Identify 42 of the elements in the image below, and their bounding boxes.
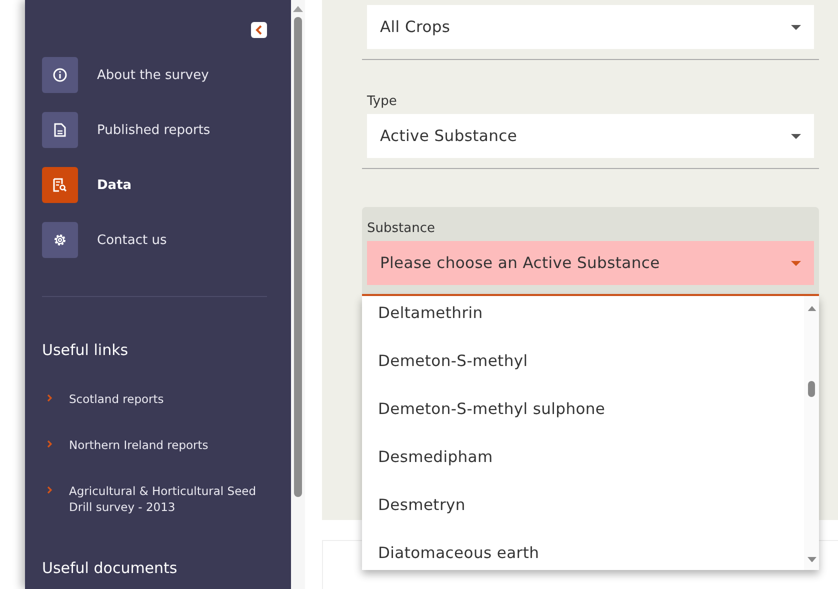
field-label: Type [367,94,398,109]
section-heading: Useful documents [42,559,178,577]
scrollbar[interactable] [291,0,305,589]
sidebar-link[interactable]: Northern Ireland reports [69,437,208,453]
settings-icon [53,233,67,247]
select-field[interactable]: Please choose an Active Substance [367,241,814,285]
select-field[interactable]: All Crops [367,5,814,49]
document-search-icon [53,178,67,192]
nav-icon-tile[interactable] [42,222,78,258]
chevron-left-icon [255,25,263,35]
nav-link[interactable]: About the survey [97,68,209,82]
dropdown-option[interactable]: Desmedipham [378,448,804,496]
dropdown-option[interactable]: Deltamethrin [378,304,804,352]
nav-icon-tile[interactable] [42,57,78,93]
info-icon [53,68,67,82]
caret-icon [791,24,801,30]
nav-icon-tile[interactable] [42,112,78,148]
section-heading: Useful links [42,341,130,359]
chevron-right-icon [47,394,52,402]
dropdown-option[interactable]: Demeton-S-methyl [378,352,804,400]
caret-icon [791,260,801,266]
chevron-right-icon [47,486,52,494]
field-label: Substance [367,221,436,236]
select-field[interactable]: Active Substance [367,114,814,158]
dropdown-option[interactable]: Desmetryn [378,496,804,544]
collapse-button[interactable] [251,22,267,38]
scroll-up-icon[interactable] [806,306,816,312]
nav-link[interactable]: Contact us [97,232,167,248]
nav-icon-tile[interactable] [42,167,78,203]
scroll-down-icon[interactable] [806,556,816,562]
nav-link[interactable]: Published reports [97,122,210,138]
scroll-up-icon[interactable] [293,6,303,12]
scrollbar-thumb[interactable] [294,17,302,497]
document-icon [54,123,66,137]
nav-link[interactable]: Data [97,178,132,192]
dropdown-option[interactable]: Demeton-S-methyl sulphone [378,400,804,448]
chevron-right-icon [47,440,52,448]
sidebar-link[interactable]: Scotland reports [69,391,164,407]
dropdown-option[interactable]: Diatomaceous earth [378,544,804,570]
sidebar-link[interactable]: Agricultural & Horticultural Seed Drill survey - 2013 [69,483,267,515]
caret-icon [791,134,801,138]
scrollbar-thumb[interactable] [808,381,815,397]
